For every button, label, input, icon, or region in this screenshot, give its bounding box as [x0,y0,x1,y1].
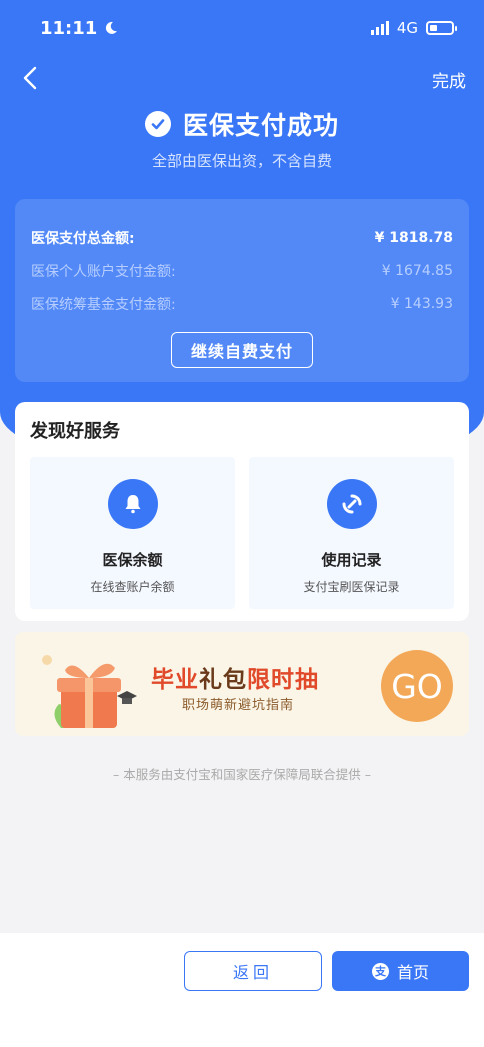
personal-amount-label: 医保个人账户支付金额: [31,263,176,280]
banner-title-part-3: 限时抽 [247,667,319,693]
personal-amount-value: ¥ 1674.85 [381,262,453,279]
banner-title: 毕业礼包限时抽 [151,660,319,694]
return-button[interactable]: 返回 [184,951,322,991]
moon-icon [106,21,118,34]
banner-title-part-2: 礼包 [199,667,247,693]
promo-banner[interactable]: 毕业礼包限时抽 职场萌新避坑指南 GO [15,632,469,736]
status-bar: 11:11 4G [40,14,457,42]
banner-subtitle: 职场萌新避坑指南 [182,698,295,713]
battery-icon [426,21,457,35]
service-records-desc: 支付宝刷医保记录 [303,580,400,594]
gift-box-icon [42,655,137,728]
service-records[interactable]: 使用记录 支付宝刷医保记录 [249,457,454,609]
done-button[interactable]: 完成 [432,67,466,92]
service-balance[interactable]: 医保余额 在线查账户余额 [30,457,235,609]
page-subtitle: 全部由医保出资，不含自费 [151,152,332,170]
total-amount-label: 医保支付总金额: [31,230,135,247]
banner-title-part-1: 毕业 [151,667,199,693]
bell-icon [107,479,158,529]
page-title-row: 医保支付成功 [0,106,484,142]
network-type: 4G [396,19,418,37]
services-heading: 发现好服务 [30,421,120,442]
go-button[interactable]: GO [381,650,453,722]
alipay-icon: 支 [371,962,389,980]
total-amount-row: 医保支付总金额: ¥ 1818.78 [31,221,453,254]
total-amount-value: ¥ 1818.78 [374,229,453,246]
services-card: 发现好服务 医保余额 在线查账户余额 使用记录 支付宝刷医保记录 [15,402,469,621]
service-balance-name: 医保余额 [102,551,163,569]
provider-note: – 本服务由支付宝和国家医疗保障局联合提供 – [113,767,371,782]
status-time: 11:11 [40,17,98,39]
signal-icon [370,21,389,35]
home-button[interactable]: 支 首页 [332,951,469,991]
page-title: 医保支付成功 [182,111,339,140]
service-records-name: 使用记录 [321,551,382,569]
pool-amount-label: 医保统筹基金支付金额: [31,296,176,313]
service-balance-desc: 在线查账户余额 [90,580,175,594]
personal-amount-row: 医保个人账户支付金额: ¥ 1674.85 [31,254,453,287]
check-icon [144,111,171,137]
record-icon [326,479,377,529]
home-button-label: 首页 [396,963,429,982]
pool-amount-row: 医保统筹基金支付金额: ¥ 143.93 [31,287,453,320]
bottom-action-bar: 返回 支 首页 [0,933,484,1047]
continue-self-pay-button[interactable]: 继续自费支付 [171,332,313,368]
payment-summary-card: 医保支付总金额: ¥ 1818.78 医保个人账户支付金额: ¥ 1674.85… [15,199,469,382]
back-arrow-icon[interactable] [20,66,44,90]
pool-amount-value: ¥ 143.93 [390,295,453,312]
